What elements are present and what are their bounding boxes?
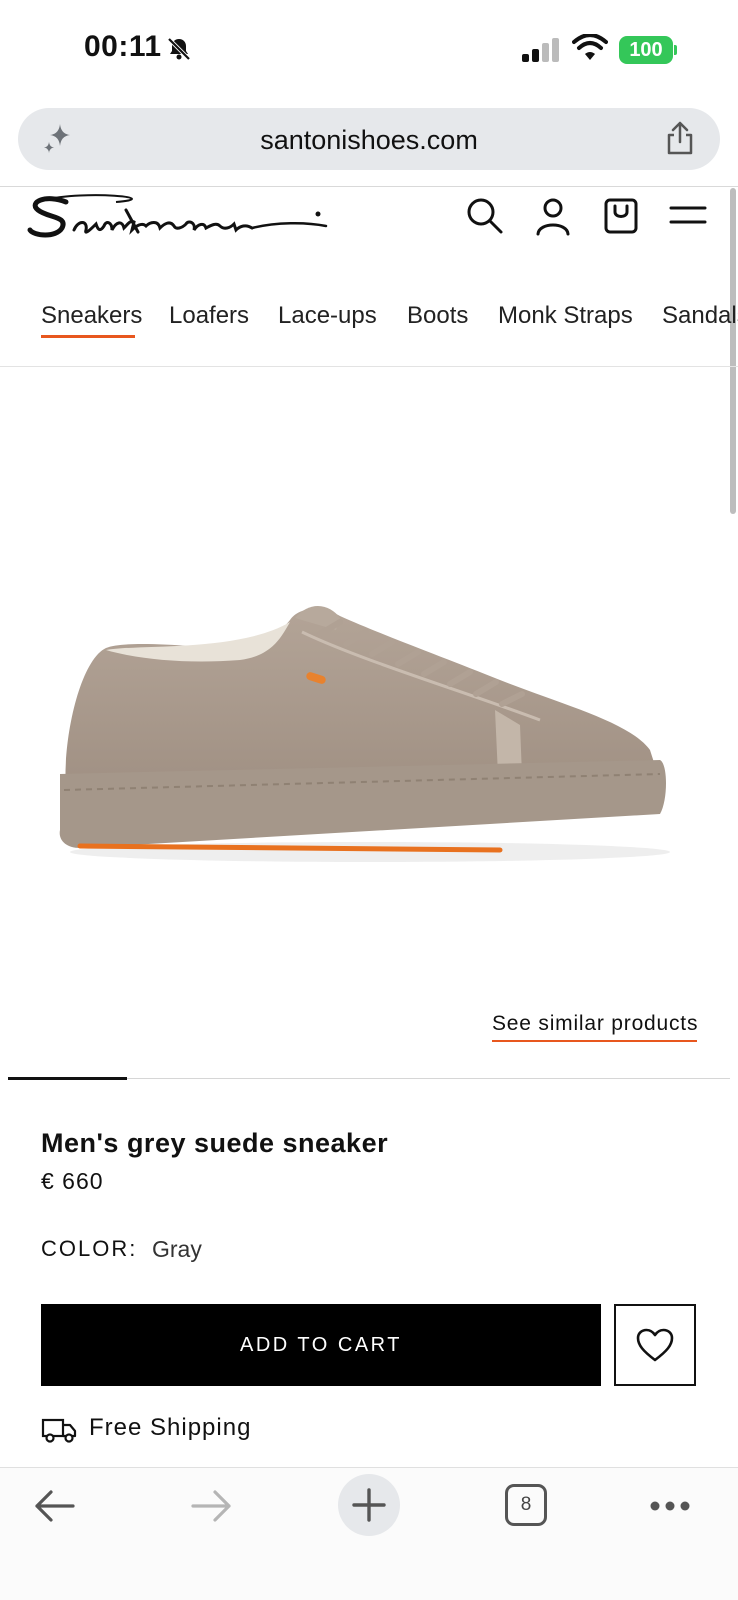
santoni-logo[interactable]	[26, 192, 336, 248]
wishlist-button[interactable]	[614, 1304, 696, 1386]
shopping-bag-icon[interactable]	[601, 196, 641, 236]
free-shipping-label: Free Shipping	[89, 1414, 252, 1441]
category-lace-ups[interactable]: Lace-ups	[278, 302, 377, 330]
share-icon[interactable]	[664, 120, 696, 156]
new-tab-button[interactable]	[338, 1474, 400, 1536]
product-title: Men's grey suede sneaker	[41, 1128, 389, 1158]
product-image[interactable]	[40, 560, 700, 890]
account-icon[interactable]	[533, 196, 573, 236]
category-nav: Sneakers Loafers Lace-ups Boots Monk Str…	[0, 296, 738, 366]
address-bar[interactable]: santonishoes.com	[18, 108, 720, 170]
search-icon[interactable]	[465, 196, 505, 236]
active-category-indicator	[41, 335, 135, 338]
truck-icon	[41, 1418, 77, 1443]
arrow-left-icon	[35, 1490, 75, 1522]
plus-icon	[352, 1488, 386, 1522]
more-options-button[interactable]	[646, 1482, 694, 1530]
battery-indicator: 100	[619, 36, 673, 64]
nav-divider	[0, 366, 738, 367]
browser-divider	[0, 186, 738, 187]
category-monk-straps[interactable]: Monk Straps	[498, 302, 633, 330]
category-sandals[interactable]: Sandals	[662, 302, 738, 330]
product-price: € 660	[41, 1168, 104, 1194]
see-similar-products-link[interactable]: See similar products	[492, 1012, 698, 1036]
category-loafers[interactable]: Loafers	[169, 302, 249, 330]
battery-nub	[674, 45, 677, 55]
status-bar: 00:11 100	[0, 0, 738, 100]
heart-icon	[636, 1328, 674, 1362]
add-to-cart-label: ADD TO CART	[240, 1333, 402, 1356]
see-similar-underline	[492, 1040, 697, 1042]
tab-count: 8	[520, 1494, 532, 1515]
color-label: COLOR:	[41, 1236, 138, 1261]
arrow-right-icon	[191, 1490, 231, 1522]
status-time: 00:11	[84, 30, 162, 63]
color-value: Gray	[152, 1236, 202, 1262]
forward-button[interactable]	[188, 1482, 236, 1530]
category-boots[interactable]: Boots	[407, 302, 468, 330]
silent-bell-icon	[167, 37, 191, 61]
url-text[interactable]: santonishoes.com	[18, 125, 720, 156]
cellular-signal-icon	[522, 38, 559, 62]
tabs-button[interactable]: 8	[505, 1484, 547, 1526]
gallery-progress-indicator[interactable]	[8, 1077, 127, 1080]
add-to-cart-button[interactable]: ADD TO CART	[41, 1304, 601, 1386]
browser-toolbar: 8	[0, 1468, 738, 1600]
back-button[interactable]	[30, 1482, 78, 1530]
wifi-icon	[572, 34, 608, 60]
category-sneakers[interactable]: Sneakers	[41, 302, 142, 330]
ellipsis-icon	[650, 1501, 690, 1511]
menu-icon[interactable]	[668, 196, 708, 236]
